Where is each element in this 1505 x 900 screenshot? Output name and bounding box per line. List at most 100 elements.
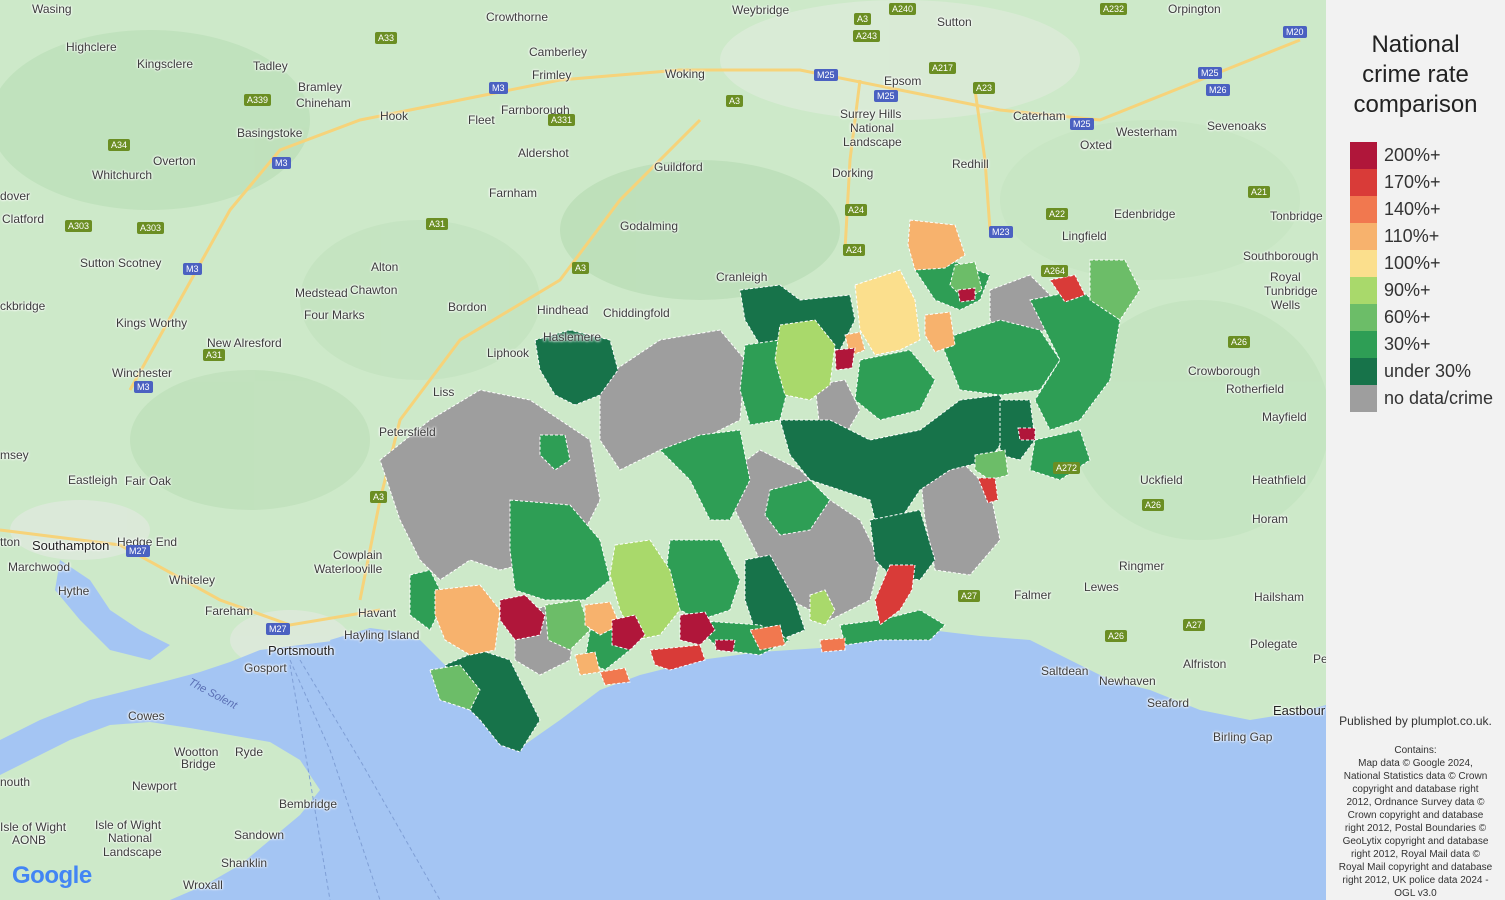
legend-label: 200%+ <box>1384 145 1441 165</box>
attribution-line: Royal Mail copyright and database <box>1338 862 1493 873</box>
place-label: Hailsham <box>1254 590 1305 604</box>
place-label: Marchwood <box>8 560 71 574</box>
road-shield: M25 <box>874 90 898 102</box>
legend-item: 140%+ <box>1350 196 1493 223</box>
road-shield: A264 <box>1041 265 1069 277</box>
crime-rate-map[interactable]: Wasing Crowthorne Weybridge Sutton Orpington… <box>0 0 1326 900</box>
place-label: Cowes <box>128 709 165 723</box>
legend-item: 30%+ <box>1350 331 1493 358</box>
place-label: Orpington <box>1168 2 1221 16</box>
attribution-line: right 2012, UK police data 2024 - <box>1342 875 1489 886</box>
road-shield: A3 <box>370 491 388 503</box>
place-label: Fleet <box>468 113 495 127</box>
road-shield: A26 <box>1105 630 1128 642</box>
legend-label: no data/crime <box>1384 388 1494 408</box>
place-label: Alfriston <box>1183 657 1227 671</box>
legend-item: 170%+ <box>1350 169 1493 196</box>
page: Wasing Crowthorne Weybridge Sutton Orpington… <box>0 0 1505 900</box>
place-label: Tunbridge <box>1264 284 1318 298</box>
attribution-line: 2012, Ordnance Survey data © <box>1346 797 1485 808</box>
place-label: Tonbridge <box>1270 209 1323 223</box>
road-shield: M3 <box>272 157 291 169</box>
place-label: Landscape <box>103 845 162 859</box>
place-label: National <box>850 121 895 135</box>
road-shield: A31 <box>426 218 449 230</box>
place-label: Clatford <box>2 212 45 226</box>
road-shield: A24 <box>845 204 868 216</box>
place-label: Wells <box>1271 298 1301 312</box>
legend-swatch <box>1350 385 1377 412</box>
road-shield: A27 <box>1183 619 1206 631</box>
place-label: Four Marks <box>304 308 365 322</box>
place-label: msey <box>0 448 29 462</box>
place-label: Crowborough <box>1188 364 1261 378</box>
place-label: Sevenoaks <box>1207 119 1267 133</box>
legend-panel: National crime rate comparison 200%+ 170%… <box>1326 0 1505 900</box>
place-label: Aldershot <box>518 146 569 160</box>
road-shield: A26 <box>1142 499 1165 511</box>
place-label: ckbridge <box>0 299 46 313</box>
road-shield: M27 <box>266 623 290 635</box>
place-label: Overton <box>153 154 196 168</box>
road-shield: A3 <box>726 95 744 107</box>
road-shield: M27 <box>126 545 150 557</box>
attribution-line: GeoLytix copyright and database <box>1342 836 1489 847</box>
place-label: Farnham <box>489 186 538 200</box>
place-label: dover <box>0 189 31 203</box>
place-label: Camberley <box>529 45 588 59</box>
legend-swatch <box>1350 331 1377 358</box>
place-label: Godalming <box>620 219 679 233</box>
legend-label: 110%+ <box>1384 226 1440 246</box>
place-label: Fair Oak <box>125 474 172 488</box>
legend-label: 140%+ <box>1384 199 1441 219</box>
place-label: Weybridge <box>732 3 790 17</box>
published-credit: Published by plumplot.co.uk. <box>1339 714 1492 728</box>
place-label: Woking <box>665 67 705 81</box>
place-label: Landscape <box>843 135 902 149</box>
place-label: Heathfield <box>1252 473 1307 487</box>
place-label: Medstead <box>295 286 348 300</box>
place-label: Ryde <box>235 745 264 759</box>
legend-item: no data/crime <box>1350 385 1493 412</box>
place-label: Portsmouth <box>268 643 335 658</box>
road-shield: A27 <box>958 590 981 602</box>
road-shield: M23 <box>989 226 1013 238</box>
road-shield: A3 <box>854 13 872 25</box>
legend-item: 200%+ <box>1350 142 1493 169</box>
road-shield: M3 <box>183 263 202 275</box>
place-label: Chawton <box>350 283 398 297</box>
place-label: Shanklin <box>221 856 268 870</box>
place-label: Birling Gap <box>1213 730 1273 744</box>
place-label: Kingsclere <box>137 57 194 71</box>
place-label: Sutton <box>937 15 972 29</box>
place-label: Edenbridge <box>1114 207 1176 221</box>
place-label: Southampton <box>32 538 110 553</box>
attribution-line: right 2012, Postal Boundaries © <box>1344 823 1487 834</box>
place-label: Mayfield <box>1262 410 1307 424</box>
place-label: Haslemere <box>543 330 602 344</box>
place-label: Cranleigh <box>716 270 768 284</box>
place-label: Fareham <box>205 604 254 618</box>
place-label: Whitchurch <box>92 168 153 182</box>
legend-item: 100%+ <box>1350 250 1493 277</box>
legend-item: under 30% <box>1350 358 1493 385</box>
place-label: Epsom <box>884 74 922 88</box>
place-label: Pe <box>1313 652 1326 666</box>
attribution-line: right 2012, Royal Mail data © <box>1350 849 1481 860</box>
place-label: Liphook <box>487 346 530 360</box>
place-label: Saltdean <box>1041 664 1089 678</box>
place-label: Sutton Scotney <box>80 256 162 270</box>
place-label: Chiddingfold <box>603 306 670 320</box>
place-label: Surrey Hills <box>840 107 902 121</box>
place-label: Tadley <box>253 59 288 73</box>
road-shield: A21 <box>1248 186 1271 198</box>
place-label: Bramley <box>298 80 343 94</box>
place-label: Liss <box>433 385 455 399</box>
road-shield: A232 <box>1100 3 1128 15</box>
road-shield: A272 <box>1053 462 1081 474</box>
place-label: Eastleigh <box>68 473 118 487</box>
legend-label: 170%+ <box>1384 172 1441 192</box>
road-shield: A24 <box>843 244 866 256</box>
legend-swatch <box>1350 223 1377 250</box>
place-label: Frimley <box>532 68 572 82</box>
